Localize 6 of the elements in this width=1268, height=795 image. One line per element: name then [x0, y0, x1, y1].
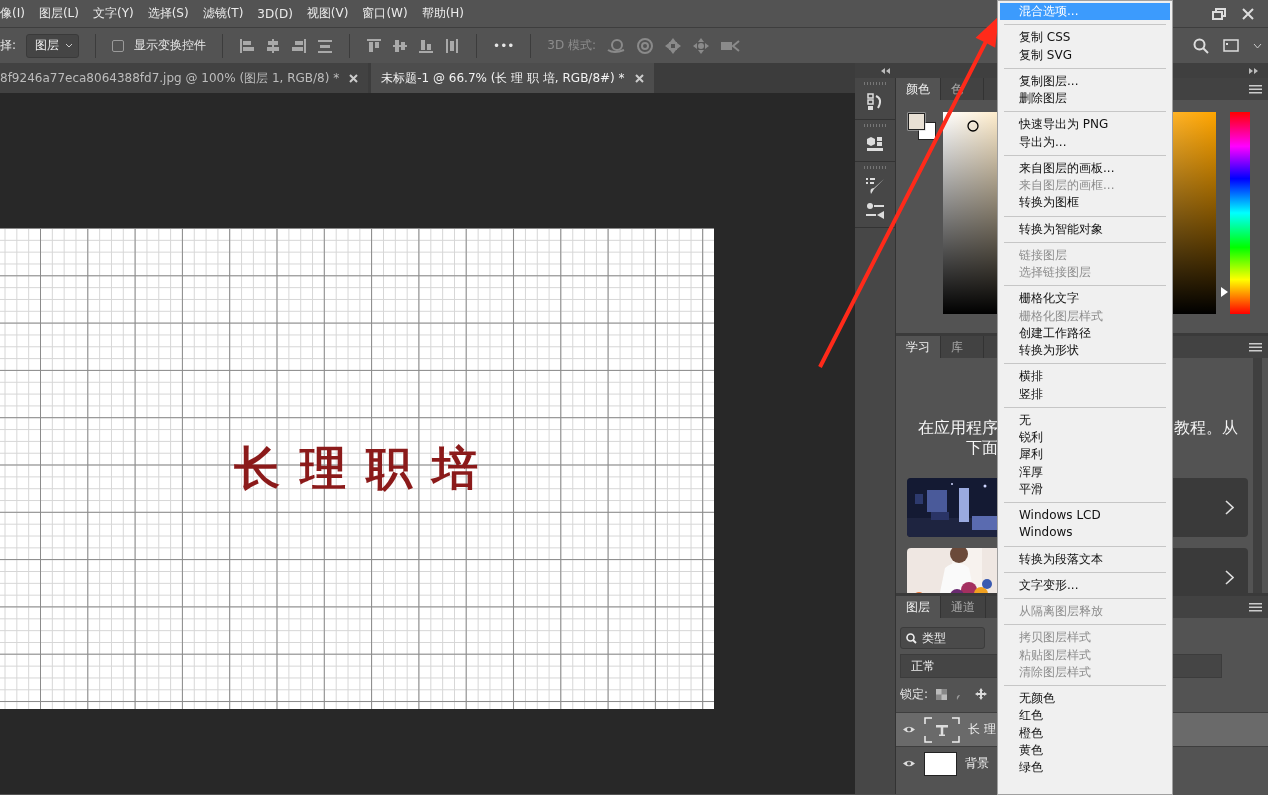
- option-label: 择:: [0, 37, 17, 54]
- panel-text: 下面: [965, 438, 998, 458]
- lock-label: 锁定:: [900, 685, 929, 703]
- panel-text: 在应用程序: [917, 418, 998, 438]
- panel-text: 教程。从: [1174, 418, 1239, 438]
- canvas-text: 长 理 职 培: [233, 439, 480, 497]
